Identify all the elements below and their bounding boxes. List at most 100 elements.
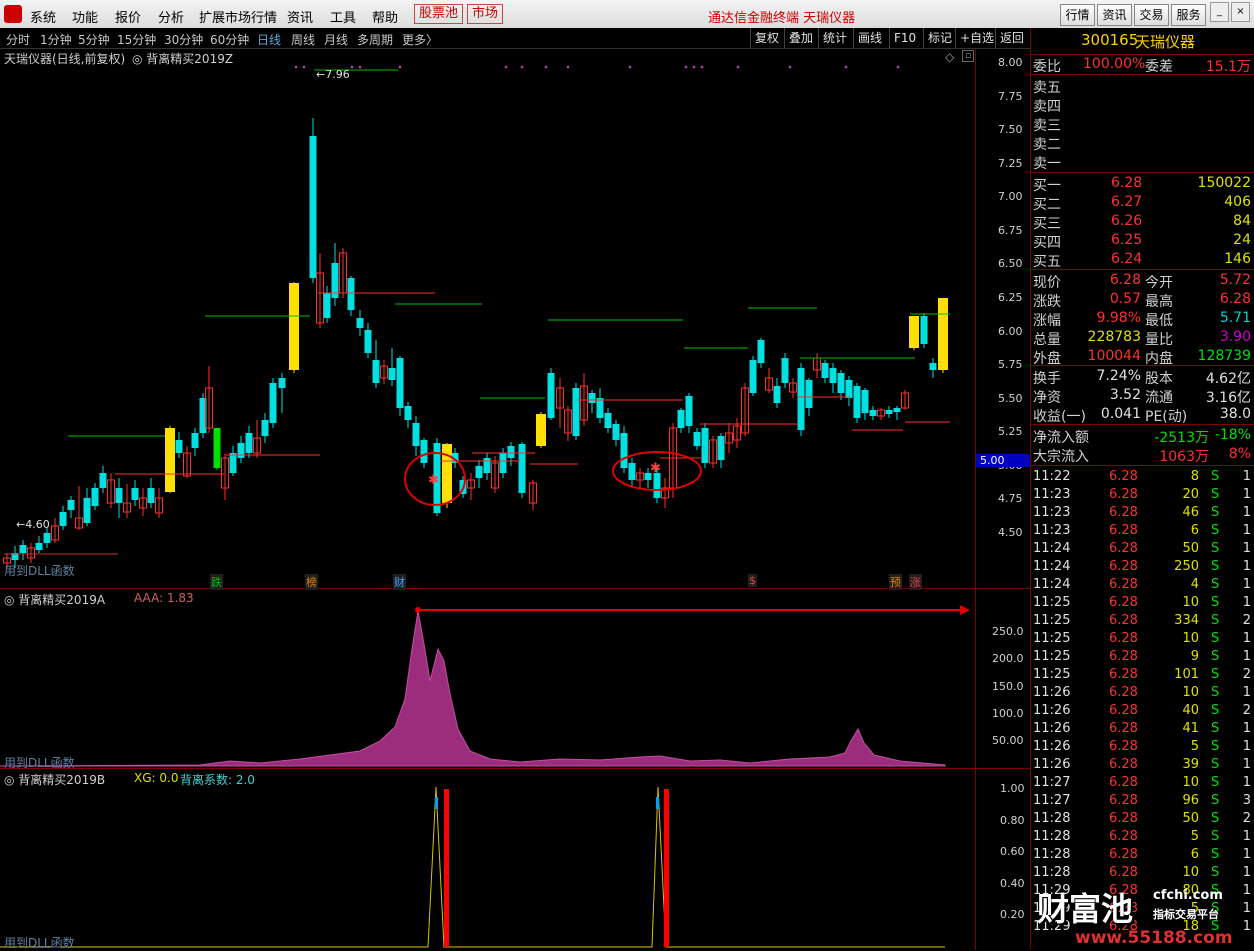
tick-side: S <box>1211 703 1220 718</box>
period-5min[interactable]: 5分钟 <box>78 31 110 48</box>
quote-header: 300165 天瑞仪器 <box>1031 30 1254 52</box>
candle-body <box>67 500 75 510</box>
watermark-brand: 财富池 <box>1037 890 1134 928</box>
menu-market[interactable]: 市场 <box>467 4 504 24</box>
signal-dot <box>504 65 508 69</box>
tick-time: 11:26 <box>1033 757 1071 772</box>
tick-time: 11:23 <box>1033 487 1071 502</box>
sell-level-row: 卖一 <box>1031 152 1254 172</box>
candle-body <box>518 444 526 493</box>
tick-row: 11:26 6.28 5 S 1 <box>1031 738 1254 756</box>
candlestick-chart[interactable]: ✱✱ <box>0 48 975 588</box>
period-multi[interactable]: 多周期 <box>357 31 393 48</box>
sell-level-label: 卖五 <box>1033 80 1061 96</box>
fundamental-row: 换手 7.24% 股本 4.62亿 <box>1031 367 1254 387</box>
candle-body <box>853 386 861 418</box>
aaa-area-chart[interactable] <box>0 589 975 768</box>
tick-count: 2 <box>1242 811 1251 826</box>
fundamental-value: 38.0 <box>1219 406 1251 422</box>
stat-value: 5.72 <box>1219 272 1251 288</box>
period-intraday[interactable]: 分时 <box>6 31 30 48</box>
watermark-logo: 财富池 cfchi.com 指标交易平台 www.55188.com <box>1035 882 1254 950</box>
stat-row: 现价 6.28 今开 5.72 <box>1031 271 1254 291</box>
tick-volume: 40 <box>1182 703 1199 718</box>
tick-side: S <box>1211 523 1220 538</box>
tick-volume: 10 <box>1182 685 1199 700</box>
tick-price: 6.28 <box>1109 865 1138 880</box>
add-watchlist-button[interactable]: +自选 <box>955 28 998 48</box>
candle-body <box>83 498 91 523</box>
tick-volume: 9 <box>1190 649 1199 664</box>
period-15min[interactable]: 15分钟 <box>117 31 156 48</box>
signal-mark <box>656 797 659 809</box>
tick-price: 6.28 <box>1109 793 1138 808</box>
tick-side: S <box>1211 865 1220 880</box>
overlay-button[interactable]: 叠加 <box>784 28 817 48</box>
stats-button[interactable]: 统计 <box>818 28 851 48</box>
tick-price: 6.28 <box>1109 523 1138 538</box>
tick-row: 11:26 6.28 39 S 1 <box>1031 756 1254 774</box>
tick-side: S <box>1211 469 1220 484</box>
tick-time: 11:25 <box>1033 631 1071 646</box>
price-axis-tick: 7.25 <box>998 156 1023 170</box>
close-icon[interactable]: × <box>1231 2 1250 22</box>
butterfly-marker: ✱ <box>650 461 661 476</box>
tick-side: S <box>1211 739 1220 754</box>
fundamental-row: 收益(一) 0.041 PE(动) 38.0 <box>1031 405 1254 425</box>
weibi-value: 100.00% <box>1083 56 1146 72</box>
tick-row: 11:23 6.28 20 S 1 <box>1031 486 1254 504</box>
period-monthly[interactable]: 月线 <box>324 31 348 48</box>
stat-value: 100044 <box>1087 348 1141 364</box>
menu-help[interactable]: 帮助 <box>372 7 398 26</box>
menu-stock-pool[interactable]: 股票池 <box>414 4 464 24</box>
tick-price: 6.28 <box>1109 721 1138 736</box>
menu-tools[interactable]: 工具 <box>330 7 356 26</box>
mark-button[interactable]: 标记 <box>923 28 956 48</box>
menu-function[interactable]: 功能 <box>72 7 98 26</box>
service-button[interactable]: 服务 <box>1171 4 1206 26</box>
tick-row: 11:25 6.28 334 S 2 <box>1031 612 1254 630</box>
candle-body <box>628 463 636 480</box>
period-60min[interactable]: 60分钟 <box>210 31 249 48</box>
back-button[interactable]: 返回 <box>995 28 1028 48</box>
menu-extended-market[interactable]: 扩展市场行情 <box>199 7 277 26</box>
candle-body <box>757 340 765 363</box>
menu-quote[interactable]: 报价 <box>115 7 141 26</box>
news-button[interactable]: 资讯 <box>1097 4 1132 26</box>
period-1min[interactable]: 1分钟 <box>40 31 72 48</box>
candle-body <box>175 440 183 453</box>
tick-volume: 250 <box>1174 559 1199 574</box>
menu-analysis[interactable]: 分析 <box>158 7 184 26</box>
menu-news[interactable]: 资讯 <box>287 7 313 26</box>
signal-chart[interactable] <box>0 769 975 950</box>
tick-volume: 10 <box>1182 631 1199 646</box>
buy-level-price: 6.26 <box>1111 213 1143 229</box>
buy-level-price: 6.27 <box>1111 194 1143 210</box>
period-daily[interactable]: 日线 <box>257 31 281 48</box>
candle-body <box>805 380 813 408</box>
fundamental-value: 4.62亿 <box>1205 371 1251 387</box>
tick-volume: 10 <box>1182 775 1199 790</box>
tick-price: 6.28 <box>1109 775 1138 790</box>
candle-body <box>396 358 404 408</box>
menu-system[interactable]: 系统 <box>30 7 56 26</box>
signal-dot <box>350 65 354 69</box>
f10-button[interactable]: F10 <box>889 28 920 48</box>
candle-body <box>147 488 155 503</box>
candle-body <box>115 488 123 503</box>
buy-level-row: 买一 6.28 150022 <box>1031 174 1254 194</box>
period-more[interactable]: 更多〉 <box>402 31 438 48</box>
draw-button[interactable]: 画线 <box>853 28 886 48</box>
panel-b-dll-note: 用到DLL函数 <box>4 936 75 950</box>
tick-time: 11:28 <box>1033 847 1071 862</box>
candle-body <box>475 466 483 478</box>
candle-body <box>781 358 789 383</box>
period-30min[interactable]: 30分钟 <box>164 31 203 48</box>
trade-button[interactable]: 交易 <box>1134 4 1169 26</box>
minimize-icon[interactable]: _ <box>1210 2 1229 22</box>
adjust-button[interactable]: 复权 <box>750 28 783 48</box>
period-weekly[interactable]: 周线 <box>291 31 315 48</box>
market-button[interactable]: 行情 <box>1060 4 1095 26</box>
panel-a-axis-tick: 50.00 <box>992 734 1024 748</box>
price-axis-tick: 7.75 <box>998 89 1023 103</box>
